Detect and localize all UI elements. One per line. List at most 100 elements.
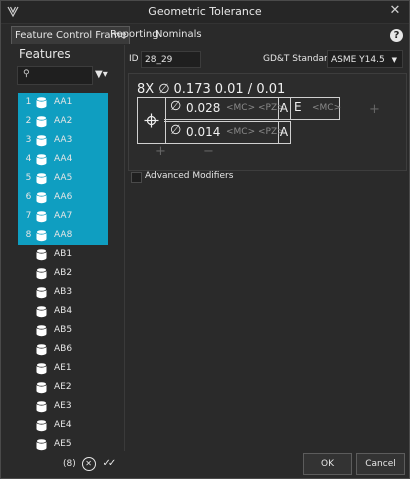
features-title: Features	[19, 47, 71, 61]
item-name: AA3	[54, 135, 73, 145]
cylinder-icon	[36, 438, 47, 451]
datum-modifier: <MC>	[312, 103, 342, 113]
filter-icon[interactable]: ▼▾	[95, 67, 117, 83]
list-item[interactable]: 8 AA8	[18, 226, 108, 245]
fcf-size-header[interactable]: 8X ∅ 0.173 0.01 / 0.01	[137, 82, 289, 97]
item-name: AE5	[54, 439, 72, 449]
list-item[interactable]: AE3	[18, 397, 108, 416]
tolerance-value: 0.014	[186, 125, 221, 139]
list-item[interactable]: AB5	[18, 321, 108, 340]
clear-selection-icon[interactable]: ✕	[81, 457, 96, 471]
tolerance-cell[interactable]: ∅ 0.014 <MC> <PZ>	[164, 121, 285, 144]
item-number: 6	[25, 192, 32, 202]
panel-divider	[124, 45, 125, 451]
cancel-button[interactable]: Cancel	[356, 453, 405, 475]
item-name: AA1	[54, 97, 73, 107]
cylinder-icon	[36, 362, 47, 375]
position-symbol-cell[interactable]	[137, 97, 166, 144]
list-item[interactable]: AB4	[18, 302, 108, 321]
cylinder-icon	[36, 210, 47, 223]
gdt-standard-label: GD&T Standard	[263, 54, 334, 64]
cylinder-icon	[36, 172, 47, 185]
item-name: AE3	[54, 401, 72, 411]
window-title: Geometric Tolerance	[148, 5, 262, 18]
cylinder-icon	[36, 229, 47, 242]
features-list: 1 AA1 2 AA2 3 AA3 4 AA4 5 AA5 6 AA6 7 AA7 8 AA8 …	[18, 93, 108, 454]
tab-nominals[interactable]: Nominals	[152, 26, 205, 43]
id-input[interactable]: 28_29	[141, 51, 201, 68]
datum-e-cell[interactable]: E <MC>	[290, 97, 342, 120]
help-icon[interactable]: ?	[390, 29, 403, 42]
chevron-down-icon: ▼	[391, 56, 397, 64]
item-name: AB6	[54, 344, 73, 354]
list-item[interactable]: 7 AA7	[18, 207, 108, 226]
search-icon: ⚲	[23, 69, 30, 79]
cylinder-icon	[36, 400, 47, 413]
diameter-icon: ∅	[170, 99, 182, 114]
list-item[interactable]: 1 AA1	[18, 93, 108, 112]
position-icon	[144, 113, 159, 128]
list-item[interactable]: 6 AA6	[18, 188, 108, 207]
remove-row-icon[interactable]: −	[203, 144, 214, 159]
tolerance-cell[interactable]: ∅ 0.028 <MC> <PZ>	[164, 97, 285, 120]
gdt-standard-select[interactable]: ASME Y14.5 ▼	[327, 50, 403, 68]
item-number: 3	[25, 135, 32, 145]
tolerance-modifiers: <MC> <PZ>	[226, 127, 285, 137]
item-number: 4	[25, 154, 32, 164]
features-search[interactable]: ⚲	[17, 66, 93, 86]
list-item[interactable]: AE1	[18, 359, 108, 378]
cylinder-icon	[36, 305, 47, 318]
list-item[interactable]: 4 AA4	[18, 150, 108, 169]
size-tolerance: 0.01 / 0.01	[214, 82, 286, 97]
feature-count: 8X	[137, 82, 155, 97]
id-label: ID	[129, 54, 139, 64]
item-number: 8	[25, 230, 32, 240]
item-name: AE2	[54, 382, 72, 392]
list-item[interactable]: AB6	[18, 340, 108, 359]
item-number: 5	[25, 173, 32, 183]
feature-control-frame-panel: 8X ∅ 0.173 0.01 / 0.01 ∅ 0.028 <MC> <PZ> A	[128, 73, 407, 171]
size-value: 0.173	[173, 82, 211, 97]
list-item[interactable]: AB1	[18, 245, 108, 264]
item-name: AA7	[54, 211, 73, 221]
item-name: AB4	[54, 306, 73, 316]
list-item[interactable]: AE2	[18, 378, 108, 397]
cylinder-icon	[36, 419, 47, 432]
dialog-window: Geometric Tolerance ✕ Feature Control Fr…	[0, 0, 410, 479]
tolerance-value: 0.028	[186, 101, 221, 115]
cylinder-icon	[36, 286, 47, 299]
item-name: AE1	[54, 363, 72, 373]
title-bar: Geometric Tolerance ✕	[1, 1, 409, 24]
features-panel: Features ⚲ ▼▾	[17, 47, 119, 86]
item-number: 1	[25, 97, 32, 107]
list-item[interactable]: 5 AA5	[18, 169, 108, 188]
cylinder-icon	[36, 115, 47, 128]
list-item[interactable]: 2 AA2	[18, 112, 108, 131]
list-item[interactable]: AE5	[18, 435, 108, 454]
datum-a-cell[interactable]: A	[278, 121, 291, 144]
cylinder-icon	[36, 153, 47, 166]
item-number: 7	[25, 211, 32, 221]
datum-letter: E	[294, 100, 302, 114]
add-datum-icon[interactable]: +	[369, 102, 380, 117]
item-name: AA8	[54, 230, 73, 240]
cylinder-icon	[36, 248, 47, 261]
ok-button[interactable]: OK	[303, 453, 352, 475]
list-item[interactable]: AE4	[18, 416, 108, 435]
tolerance-modifiers: <MC> <PZ>	[226, 103, 285, 113]
features-search-input[interactable]	[34, 67, 92, 86]
item-name: AB5	[54, 325, 73, 335]
selected-count: (8)	[63, 459, 76, 469]
close-icon[interactable]: ✕	[387, 3, 403, 19]
item-name: AB2	[54, 268, 73, 278]
checkbox-box[interactable]	[131, 172, 142, 183]
cylinder-icon	[36, 96, 47, 109]
item-name: AA4	[54, 154, 73, 164]
list-item[interactable]: AB3	[18, 283, 108, 302]
select-all-icon[interactable]: ✓✓	[103, 457, 117, 471]
cylinder-icon	[36, 191, 47, 204]
list-item[interactable]: 3 AA3	[18, 131, 108, 150]
list-item[interactable]: AB2	[18, 264, 108, 283]
add-row-icon[interactable]: +	[155, 144, 166, 159]
item-name: AB3	[54, 287, 73, 297]
